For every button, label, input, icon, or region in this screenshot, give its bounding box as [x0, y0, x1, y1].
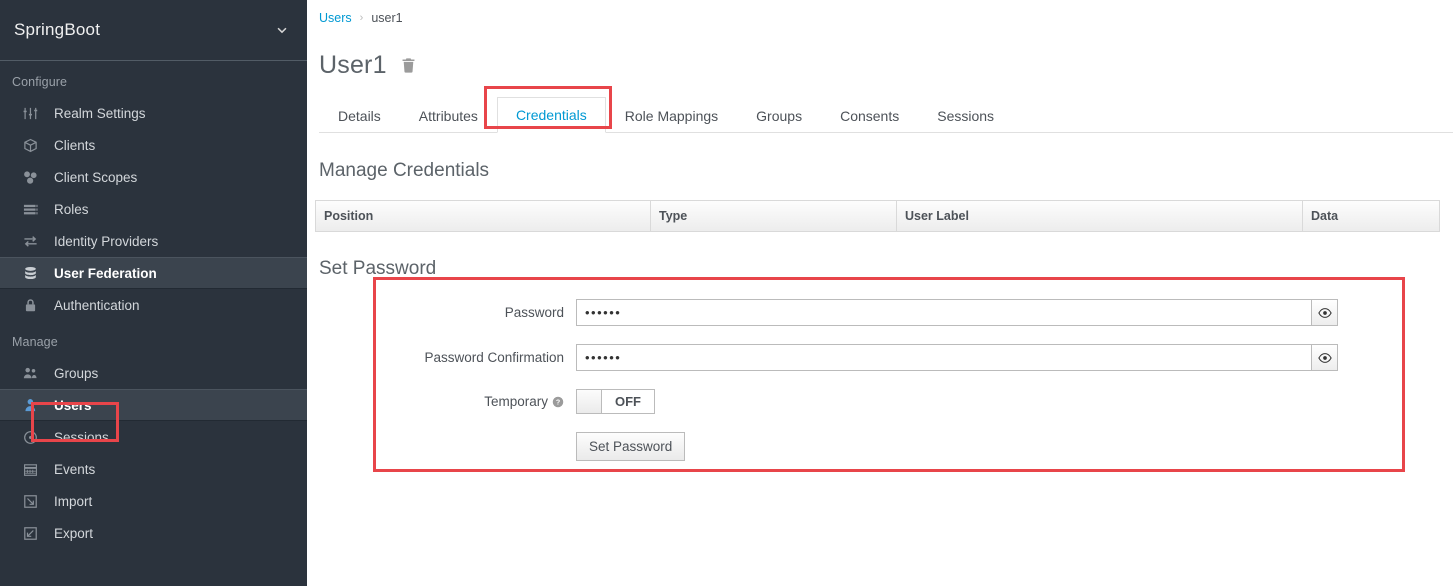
eye-icon[interactable] [1311, 299, 1338, 326]
molecule-icon [23, 169, 45, 185]
sidebar-item-label: User Federation [54, 265, 157, 281]
sidebar-item-realm-settings[interactable]: Realm Settings [0, 97, 307, 129]
password-confirmation-label: Password Confirmation [424, 350, 564, 365]
sidebar-item-label: Export [54, 525, 94, 541]
cube-icon [23, 137, 45, 153]
eye-icon[interactable] [1311, 344, 1338, 371]
table-header-row: Position Type User Label Data [315, 200, 1440, 232]
sidebar-item-label: Users [54, 397, 92, 413]
breadcrumb-current: user1 [371, 11, 403, 25]
sidebar-item-label: Client Scopes [54, 169, 138, 185]
breadcrumb: Users › user1 [307, 0, 1453, 25]
page-header: User1 [307, 25, 1453, 80]
calendar-icon [23, 461, 45, 477]
realm-name: SpringBoot [14, 20, 101, 39]
submit-row: Set Password [376, 432, 1402, 461]
sidebar-item-groups[interactable]: Groups [0, 357, 307, 389]
password-confirmation-input[interactable] [576, 344, 1311, 371]
exchange-arrows-icon [23, 233, 45, 249]
breadcrumb-separator: › [359, 12, 364, 24]
temporary-row: Temporary? OFF [376, 389, 1402, 414]
sidebar-item-identity-providers[interactable]: Identity Providers [0, 225, 307, 257]
main-content: Users › user1 User1 Details Attributes C… [307, 0, 1453, 586]
sidebar-item-events[interactable]: Events [0, 453, 307, 485]
nav-group-label-manage: Manage [12, 335, 58, 349]
help-circle-icon[interactable]: ? [552, 396, 564, 408]
chevron-down-icon[interactable] [275, 23, 289, 37]
password-input-group [576, 299, 1338, 326]
password-label: Password [504, 305, 564, 320]
sidebar-item-label: Events [54, 461, 96, 477]
clock-icon [23, 429, 45, 445]
sidebar-item-authentication[interactable]: Authentication [0, 289, 307, 321]
temporary-label: Temporary [484, 394, 548, 409]
sidebar-item-user-federation[interactable]: User Federation [0, 257, 307, 289]
tab-role-mappings[interactable]: Role Mappings [606, 98, 737, 133]
sidebar-item-label: Sessions [54, 429, 109, 445]
set-password-form: Password Password Confirmation [373, 277, 1405, 472]
tab-sessions[interactable]: Sessions [918, 98, 1013, 133]
password-row: Password [376, 299, 1402, 326]
nav-group-label-configure: Configure [12, 75, 68, 89]
sidebar-item-label: Identity Providers [54, 233, 159, 249]
manage-credentials-heading: Manage Credentials [319, 160, 490, 181]
column-header-type[interactable]: Type [650, 200, 897, 232]
import-arrow-icon [23, 493, 45, 509]
users-group-icon [23, 365, 45, 381]
sidebar-item-clients[interactable]: Clients [0, 129, 307, 161]
list-icon [23, 201, 45, 217]
sidebar-item-export[interactable]: Export [0, 517, 307, 549]
tab-attributes[interactable]: Attributes [400, 98, 497, 133]
lock-icon [23, 297, 45, 313]
column-header-position[interactable]: Position [315, 200, 651, 232]
column-header-user-label[interactable]: User Label [896, 200, 1303, 232]
sidebar-item-label: Roles [54, 201, 89, 217]
sidebar: SpringBoot Configure Realm Settings Clie… [0, 0, 307, 586]
sidebar-item-label: Clients [54, 137, 96, 153]
tab-details[interactable]: Details [319, 98, 400, 133]
page-title: User1 [319, 51, 387, 79]
toggle-knob [577, 390, 602, 413]
tab-groups[interactable]: Groups [737, 98, 821, 133]
sidebar-item-sessions[interactable]: Sessions [0, 421, 307, 453]
password-confirmation-input-group [576, 344, 1338, 371]
sidebar-item-label: Authentication [54, 297, 140, 313]
sidebar-item-users[interactable]: Users [0, 389, 307, 421]
sidebar-item-client-scopes[interactable]: Client Scopes [0, 161, 307, 193]
sidebar-item-roles[interactable]: Roles [0, 193, 307, 225]
tab-bar: Details Attributes Credentials Role Mapp… [319, 96, 1453, 133]
svg-text:?: ? [556, 399, 560, 407]
export-arrow-icon [23, 525, 45, 541]
temporary-label-wrap: Temporary? [376, 394, 576, 409]
sidebar-item-label: Import [54, 493, 93, 509]
column-header-data[interactable]: Data [1302, 200, 1440, 232]
keycloak-admin-console: SpringBoot Configure Realm Settings Clie… [0, 0, 1453, 586]
sidebar-item-label: Groups [54, 365, 99, 381]
toggle-state-label: OFF [602, 390, 654, 413]
password-input[interactable] [576, 299, 1311, 326]
trash-icon[interactable] [400, 57, 417, 74]
sidebar-item-import[interactable]: Import [0, 485, 307, 517]
tab-credentials[interactable]: Credentials [496, 97, 606, 133]
user-icon [23, 397, 45, 413]
password-confirmation-row: Password Confirmation [376, 344, 1402, 371]
breadcrumb-link-users[interactable]: Users [319, 11, 352, 25]
tab-consents[interactable]: Consents [821, 98, 918, 133]
sidebar-item-label: Realm Settings [54, 105, 146, 121]
temporary-toggle[interactable]: OFF [576, 389, 655, 414]
sliders-icon [23, 105, 45, 121]
credentials-table: Position Type User Label Data [315, 200, 1440, 232]
realm-selector[interactable]: SpringBoot [0, 0, 307, 61]
set-password-button[interactable]: Set Password [576, 432, 686, 461]
database-icon [23, 265, 45, 281]
